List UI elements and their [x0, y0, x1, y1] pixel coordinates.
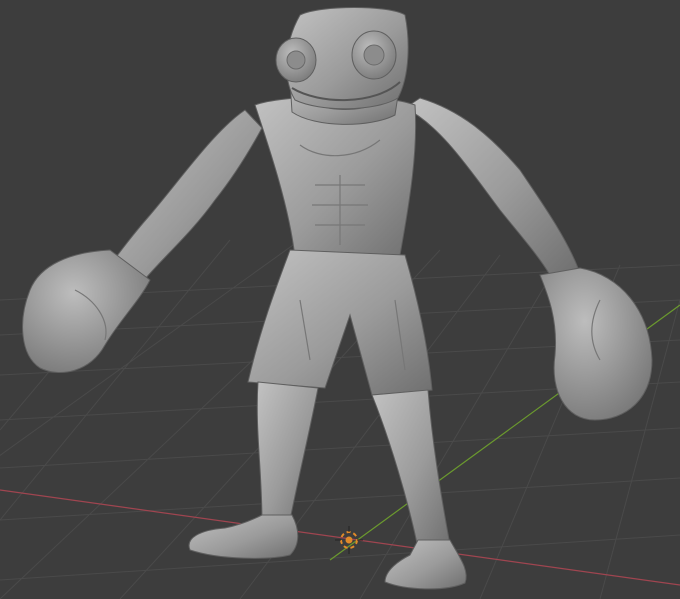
frog-boxer-model[interactable] — [22, 7, 653, 590]
3d-viewport[interactable] — [0, 0, 680, 599]
right-arm — [403, 97, 579, 276]
3d-cursor[interactable] — [335, 526, 363, 554]
right-glove — [539, 267, 653, 421]
left-arm — [109, 109, 263, 286]
x-axis-line — [0, 489, 680, 586]
left-foot — [188, 514, 299, 559]
left-glove — [22, 249, 151, 374]
right-leg — [371, 389, 451, 549]
shorts — [247, 249, 433, 396]
right-foot — [384, 539, 467, 590]
